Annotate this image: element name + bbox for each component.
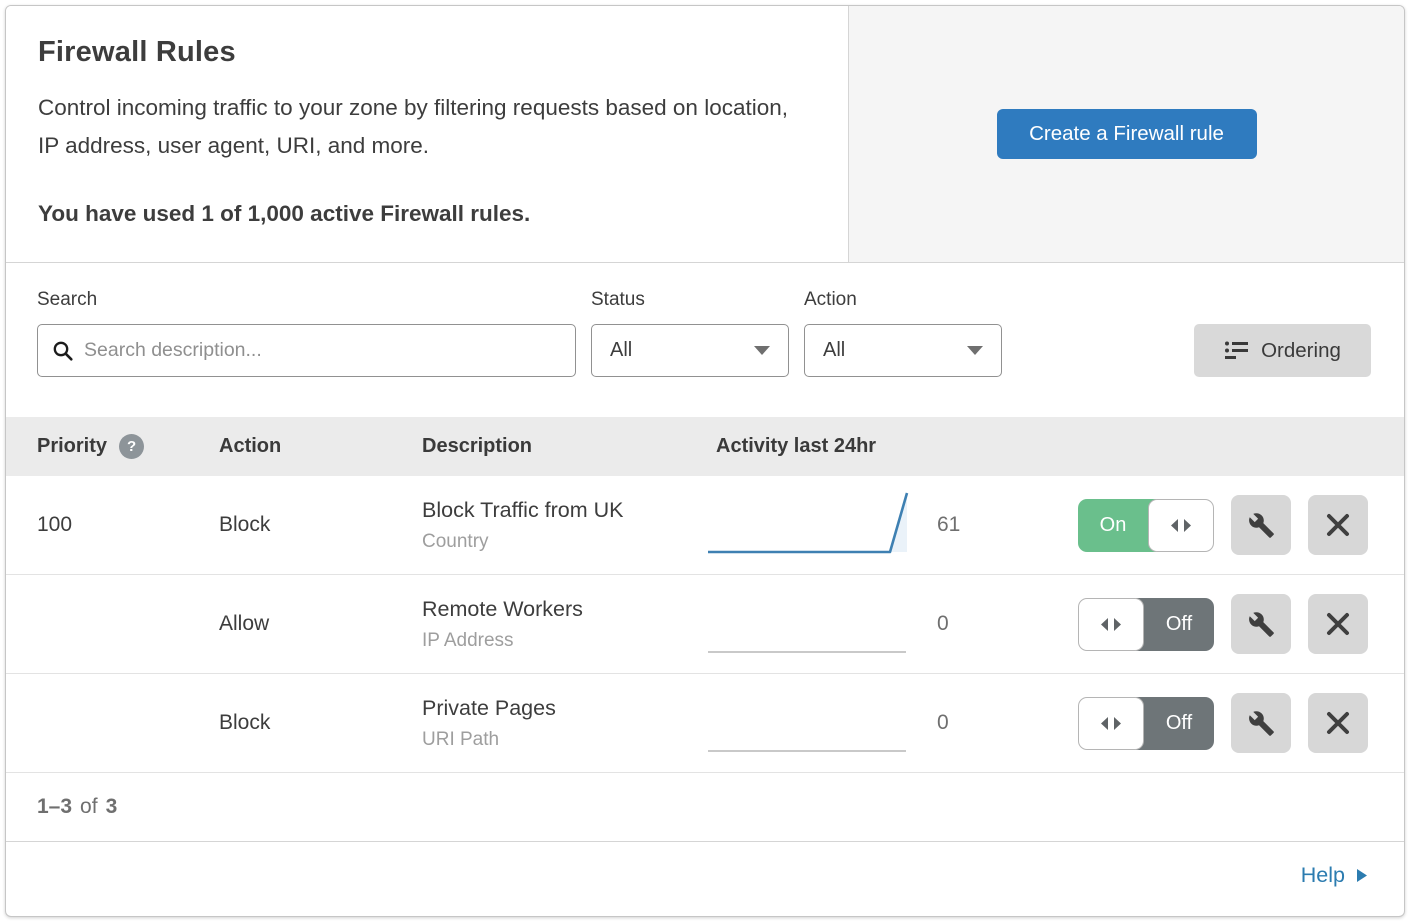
- usage-summary: You have used 1 of 1,000 active Firewall…: [38, 201, 816, 227]
- rule-description-cell: Private Pages URI Path: [422, 696, 706, 751]
- rule-name: Block Traffic from UK: [422, 498, 706, 523]
- rule-action: Block: [219, 513, 422, 537]
- rule-name: Remote Workers: [422, 597, 706, 622]
- rule-type: URI Path: [422, 729, 706, 751]
- search-icon: [52, 340, 74, 362]
- help-link[interactable]: Help: [1301, 863, 1368, 888]
- rule-controls: Off: [1078, 693, 1368, 753]
- action-label: Action: [804, 289, 1002, 311]
- column-activity: Activity last 24hr: [706, 435, 1368, 458]
- delete-rule-button[interactable]: [1308, 693, 1368, 753]
- activity-count: 0: [911, 612, 1078, 636]
- ordering-button[interactable]: Ordering: [1194, 324, 1371, 377]
- create-firewall-rule-button[interactable]: Create a Firewall rule: [997, 109, 1257, 159]
- header-section: Firewall Rules Control incoming traffic …: [6, 6, 1404, 263]
- column-description: Description: [422, 435, 706, 458]
- rule-controls: On: [1078, 495, 1368, 555]
- close-icon: [1326, 612, 1350, 636]
- toggle-state-label: Off: [1136, 598, 1214, 651]
- table-header: Priority ? Action Description Activity l…: [6, 417, 1404, 476]
- left-right-arrows-icon: [1169, 518, 1193, 533]
- toggle-state-label: On: [1078, 499, 1156, 552]
- left-right-arrows-icon: [1099, 617, 1123, 632]
- edit-rule-button[interactable]: [1231, 693, 1291, 753]
- ordering-button-label: Ordering: [1261, 339, 1341, 363]
- toggle-handle[interactable]: [1078, 697, 1144, 750]
- activity-count: 0: [911, 711, 1078, 735]
- column-priority: Priority ?: [37, 434, 219, 459]
- activity-sparkline: [706, 586, 911, 663]
- header-text-panel: Firewall Rules Control incoming traffic …: [6, 6, 849, 262]
- page-title: Firewall Rules: [38, 36, 816, 69]
- edit-rule-button[interactable]: [1231, 495, 1291, 555]
- chevron-right-icon: [1355, 867, 1368, 884]
- pagination-total: 3: [106, 795, 118, 819]
- close-icon: [1326, 513, 1350, 537]
- help-link-label: Help: [1301, 863, 1345, 888]
- rule-action: Block: [219, 711, 422, 735]
- search-group: Search: [37, 289, 576, 377]
- delete-rule-button[interactable]: [1308, 495, 1368, 555]
- activity-sparkline: [706, 685, 911, 762]
- table-row: Block Private Pages URI Path 0 Off: [6, 674, 1404, 773]
- filter-bar: Search Status All Action All: [6, 263, 1404, 417]
- pagination-of: of: [80, 795, 98, 819]
- toggle-state-label: Off: [1136, 697, 1214, 750]
- rule-enabled-toggle[interactable]: Off: [1078, 598, 1214, 651]
- delete-rule-button[interactable]: [1308, 594, 1368, 654]
- help-bar: Help: [6, 842, 1404, 909]
- rule-enabled-toggle[interactable]: On: [1078, 499, 1214, 552]
- status-group: Status All: [591, 289, 789, 377]
- status-select[interactable]: All: [591, 324, 789, 377]
- close-icon: [1326, 711, 1350, 735]
- rule-priority: 100: [37, 513, 219, 537]
- rule-type: IP Address: [422, 630, 706, 652]
- column-action: Action: [219, 435, 422, 458]
- rule-enabled-toggle[interactable]: Off: [1078, 697, 1214, 750]
- status-label: Status: [591, 289, 789, 311]
- action-group: Action All: [804, 289, 1002, 377]
- wrench-icon: [1248, 512, 1275, 539]
- rule-action: Allow: [219, 612, 422, 636]
- table-row: 100 Block Block Traffic from UK Country …: [6, 476, 1404, 575]
- priority-header-label: Priority: [37, 435, 107, 458]
- rule-controls: Off: [1078, 594, 1368, 654]
- header-action-panel: Create a Firewall rule: [849, 6, 1404, 262]
- firewall-rules-panel: Firewall Rules Control incoming traffic …: [5, 5, 1405, 917]
- wrench-icon: [1248, 710, 1275, 737]
- rule-name: Private Pages: [422, 696, 706, 721]
- rule-description-cell: Remote Workers IP Address: [422, 597, 706, 652]
- search-box[interactable]: [37, 324, 576, 377]
- status-selected-value: All: [610, 339, 632, 362]
- action-select[interactable]: All: [804, 324, 1002, 377]
- toggle-handle[interactable]: [1148, 499, 1214, 552]
- ordered-list-icon: [1224, 340, 1249, 361]
- pagination-range: 1–3: [37, 795, 72, 819]
- activity-sparkline: [706, 487, 911, 564]
- wrench-icon: [1248, 611, 1275, 638]
- action-selected-value: All: [823, 339, 845, 362]
- left-right-arrows-icon: [1099, 716, 1123, 731]
- priority-help-icon[interactable]: ?: [119, 434, 144, 459]
- edit-rule-button[interactable]: [1231, 594, 1291, 654]
- page-description: Control incoming traffic to your zone by…: [38, 89, 808, 165]
- table-row: Allow Remote Workers IP Address 0 Off: [6, 575, 1404, 674]
- search-input[interactable]: [84, 339, 561, 362]
- rule-description-cell: Block Traffic from UK Country: [422, 498, 706, 553]
- chevron-down-icon: [967, 346, 983, 355]
- pagination-bar: 1–3 of 3: [6, 773, 1404, 842]
- activity-count: 61: [911, 513, 1078, 537]
- rule-type: Country: [422, 531, 706, 553]
- chevron-down-icon: [754, 346, 770, 355]
- toggle-handle[interactable]: [1078, 598, 1144, 651]
- search-label: Search: [37, 289, 576, 311]
